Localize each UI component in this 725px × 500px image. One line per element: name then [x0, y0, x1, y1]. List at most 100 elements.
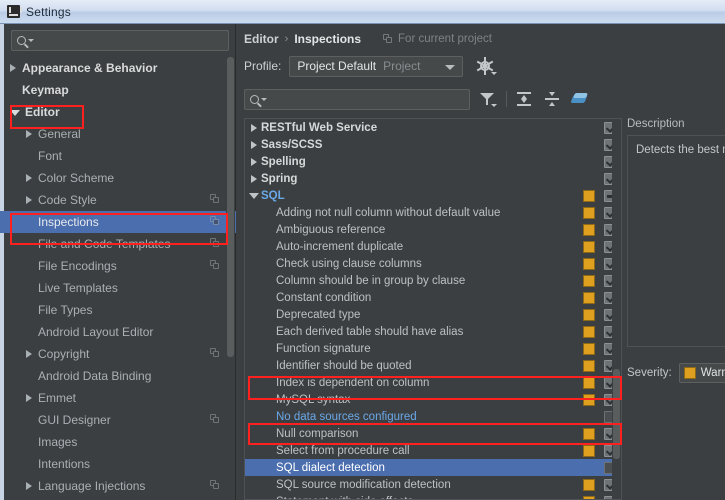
chevron-down-icon[interactable] — [249, 187, 261, 204]
sidebar-item-copyright[interactable]: Copyright — [0, 343, 236, 365]
severity-swatch[interactable] — [583, 377, 595, 389]
inspection-row[interactable]: Deprecated type — [245, 306, 621, 323]
chevron-right-icon[interactable] — [26, 350, 32, 358]
sidebar-item-appearance-behavior[interactable]: Appearance & Behavior — [0, 57, 236, 79]
reset-button[interactable] — [569, 88, 591, 110]
severity-swatch[interactable] — [583, 275, 595, 287]
inspection-row[interactable]: Spring — [245, 170, 621, 187]
sidebar-item-intentions[interactable]: Intentions — [0, 453, 236, 475]
sidebar-scrollbar[interactable] — [226, 57, 235, 500]
sidebar-item-keymap[interactable]: Keymap — [0, 79, 236, 101]
inspection-row[interactable]: Auto-increment duplicate — [245, 238, 621, 255]
inspection-row[interactable]: Statement with side effects — [245, 493, 621, 499]
inspection-row[interactable]: No data sources configured — [245, 408, 621, 425]
inspection-row[interactable]: Function signature — [245, 340, 621, 357]
sidebar-item-file-and-code-templates[interactable]: File and Code Templates — [0, 233, 236, 255]
severity-select[interactable]: Warni — [678, 363, 725, 383]
sidebar-item-file-types[interactable]: File Types — [0, 299, 236, 321]
profile-settings-gear-button[interactable] — [477, 57, 498, 75]
copy-settings-icon[interactable] — [210, 194, 220, 204]
severity-swatch[interactable] — [583, 428, 595, 440]
severity-swatch[interactable] — [583, 445, 595, 457]
inspection-row[interactable]: SQL dialect detection — [245, 459, 621, 476]
chevron-right-icon[interactable] — [10, 64, 16, 72]
chevron-right-icon[interactable] — [249, 170, 261, 187]
chevron-right-icon[interactable] — [249, 153, 261, 170]
sidebar-item-font[interactable]: Font — [0, 145, 236, 167]
sidebar-item-android-layout-editor[interactable]: Android Layout Editor — [0, 321, 236, 343]
inspection-label: Column should be in group by clause — [276, 274, 466, 287]
chevron-right-icon[interactable] — [249, 136, 261, 153]
inspection-row[interactable]: Select from procedure call — [245, 442, 621, 459]
sidebar-item-code-style[interactable]: Code Style — [0, 189, 236, 211]
sidebar-item-gui-designer[interactable]: GUI Designer — [0, 409, 236, 431]
profile-select[interactable]: Project Default Project — [289, 55, 464, 77]
expand-all-button[interactable] — [513, 88, 535, 110]
inspections-search-box[interactable] — [244, 88, 470, 110]
chevron-right-icon[interactable] — [26, 130, 32, 138]
chevron-right-icon[interactable] — [26, 394, 32, 402]
copy-settings-icon[interactable] — [210, 480, 220, 490]
copy-settings-icon[interactable] — [210, 260, 220, 270]
severity-swatch[interactable] — [583, 496, 595, 499]
inspection-row[interactable]: Ambiguous reference — [245, 221, 621, 238]
sidebar-item-editor[interactable]: Editor — [0, 101, 236, 123]
breadcrumb-parent[interactable]: Editor — [244, 32, 279, 46]
sidebar-search-input[interactable] — [34, 34, 228, 47]
inspections-search-input[interactable] — [267, 93, 469, 105]
sidebar-item-live-templates[interactable]: Live Templates — [0, 277, 236, 299]
severity-swatch[interactable] — [583, 343, 595, 355]
sidebar-search-box[interactable] — [11, 30, 229, 51]
inspection-row[interactable]: RESTful Web Service — [245, 119, 621, 136]
inspection-row[interactable]: Spelling — [245, 153, 621, 170]
severity-swatch[interactable] — [583, 224, 595, 236]
sidebar-scrollbar-thumb[interactable] — [227, 57, 234, 357]
severity-swatch[interactable] — [583, 326, 595, 338]
inspection-row[interactable]: Adding not null column without default v… — [245, 204, 621, 221]
inspection-label: Each derived table should have alias — [276, 325, 464, 338]
inspection-row[interactable]: Index is dependent on column — [245, 374, 621, 391]
inspection-row[interactable]: Sass/SCSS — [245, 136, 621, 153]
inspections-tree-scrollbar[interactable] — [612, 119, 621, 499]
sidebar-item-inspections[interactable]: Inspections — [0, 211, 236, 233]
inspection-row[interactable]: Constant condition — [245, 289, 621, 306]
severity-swatch[interactable] — [583, 190, 595, 202]
copy-settings-icon[interactable] — [210, 414, 220, 424]
sidebar-item-android-data-binding[interactable]: Android Data Binding — [0, 365, 236, 387]
sidebar-item-color-scheme[interactable]: Color Scheme — [0, 167, 236, 189]
sidebar-item-emmet[interactable]: Emmet — [0, 387, 236, 409]
chevron-down-icon[interactable] — [10, 110, 20, 116]
inspection-row[interactable]: Identifier should be quoted — [245, 357, 621, 374]
severity-swatch[interactable] — [583, 292, 595, 304]
severity-swatch[interactable] — [583, 479, 595, 491]
inspection-row[interactable]: MySQL syntax — [245, 391, 621, 408]
inspections-tree-scrollbar-thumb[interactable] — [613, 369, 620, 459]
inspection-row[interactable]: Each derived table should have alias — [245, 323, 621, 340]
copy-settings-icon[interactable] — [210, 216, 220, 226]
sidebar-item-language-injections[interactable]: Language Injections — [0, 475, 236, 497]
severity-swatch[interactable] — [583, 258, 595, 270]
severity-swatch[interactable] — [583, 309, 595, 321]
sidebar-item-label: Inspections — [38, 215, 99, 229]
copy-settings-icon[interactable] — [210, 348, 220, 358]
chevron-right-icon[interactable] — [26, 196, 32, 204]
sidebar-item-images[interactable]: Images — [0, 431, 236, 453]
severity-swatch[interactable] — [583, 207, 595, 219]
chevron-right-icon[interactable] — [249, 119, 261, 136]
severity-swatch[interactable] — [583, 394, 595, 406]
inspection-row[interactable]: Null comparison — [245, 425, 621, 442]
severity-swatch[interactable] — [583, 241, 595, 253]
inspection-row[interactable]: SQL source modification detection — [245, 476, 621, 493]
copy-settings-icon[interactable] — [210, 238, 220, 248]
chevron-right-icon[interactable] — [26, 174, 32, 182]
inspection-row[interactable]: Check using clause columns — [245, 255, 621, 272]
inspection-row[interactable]: SQL — [245, 187, 621, 204]
breadcrumb: Editor › Inspections For current project — [244, 32, 492, 46]
collapse-all-button[interactable] — [541, 88, 563, 110]
sidebar-item-file-encodings[interactable]: File Encodings — [0, 255, 236, 277]
inspection-row[interactable]: Column should be in group by clause — [245, 272, 621, 289]
filter-button[interactable] — [476, 88, 498, 110]
sidebar-item-general[interactable]: General — [0, 123, 236, 145]
severity-swatch[interactable] — [583, 360, 595, 372]
chevron-right-icon[interactable] — [26, 482, 32, 490]
